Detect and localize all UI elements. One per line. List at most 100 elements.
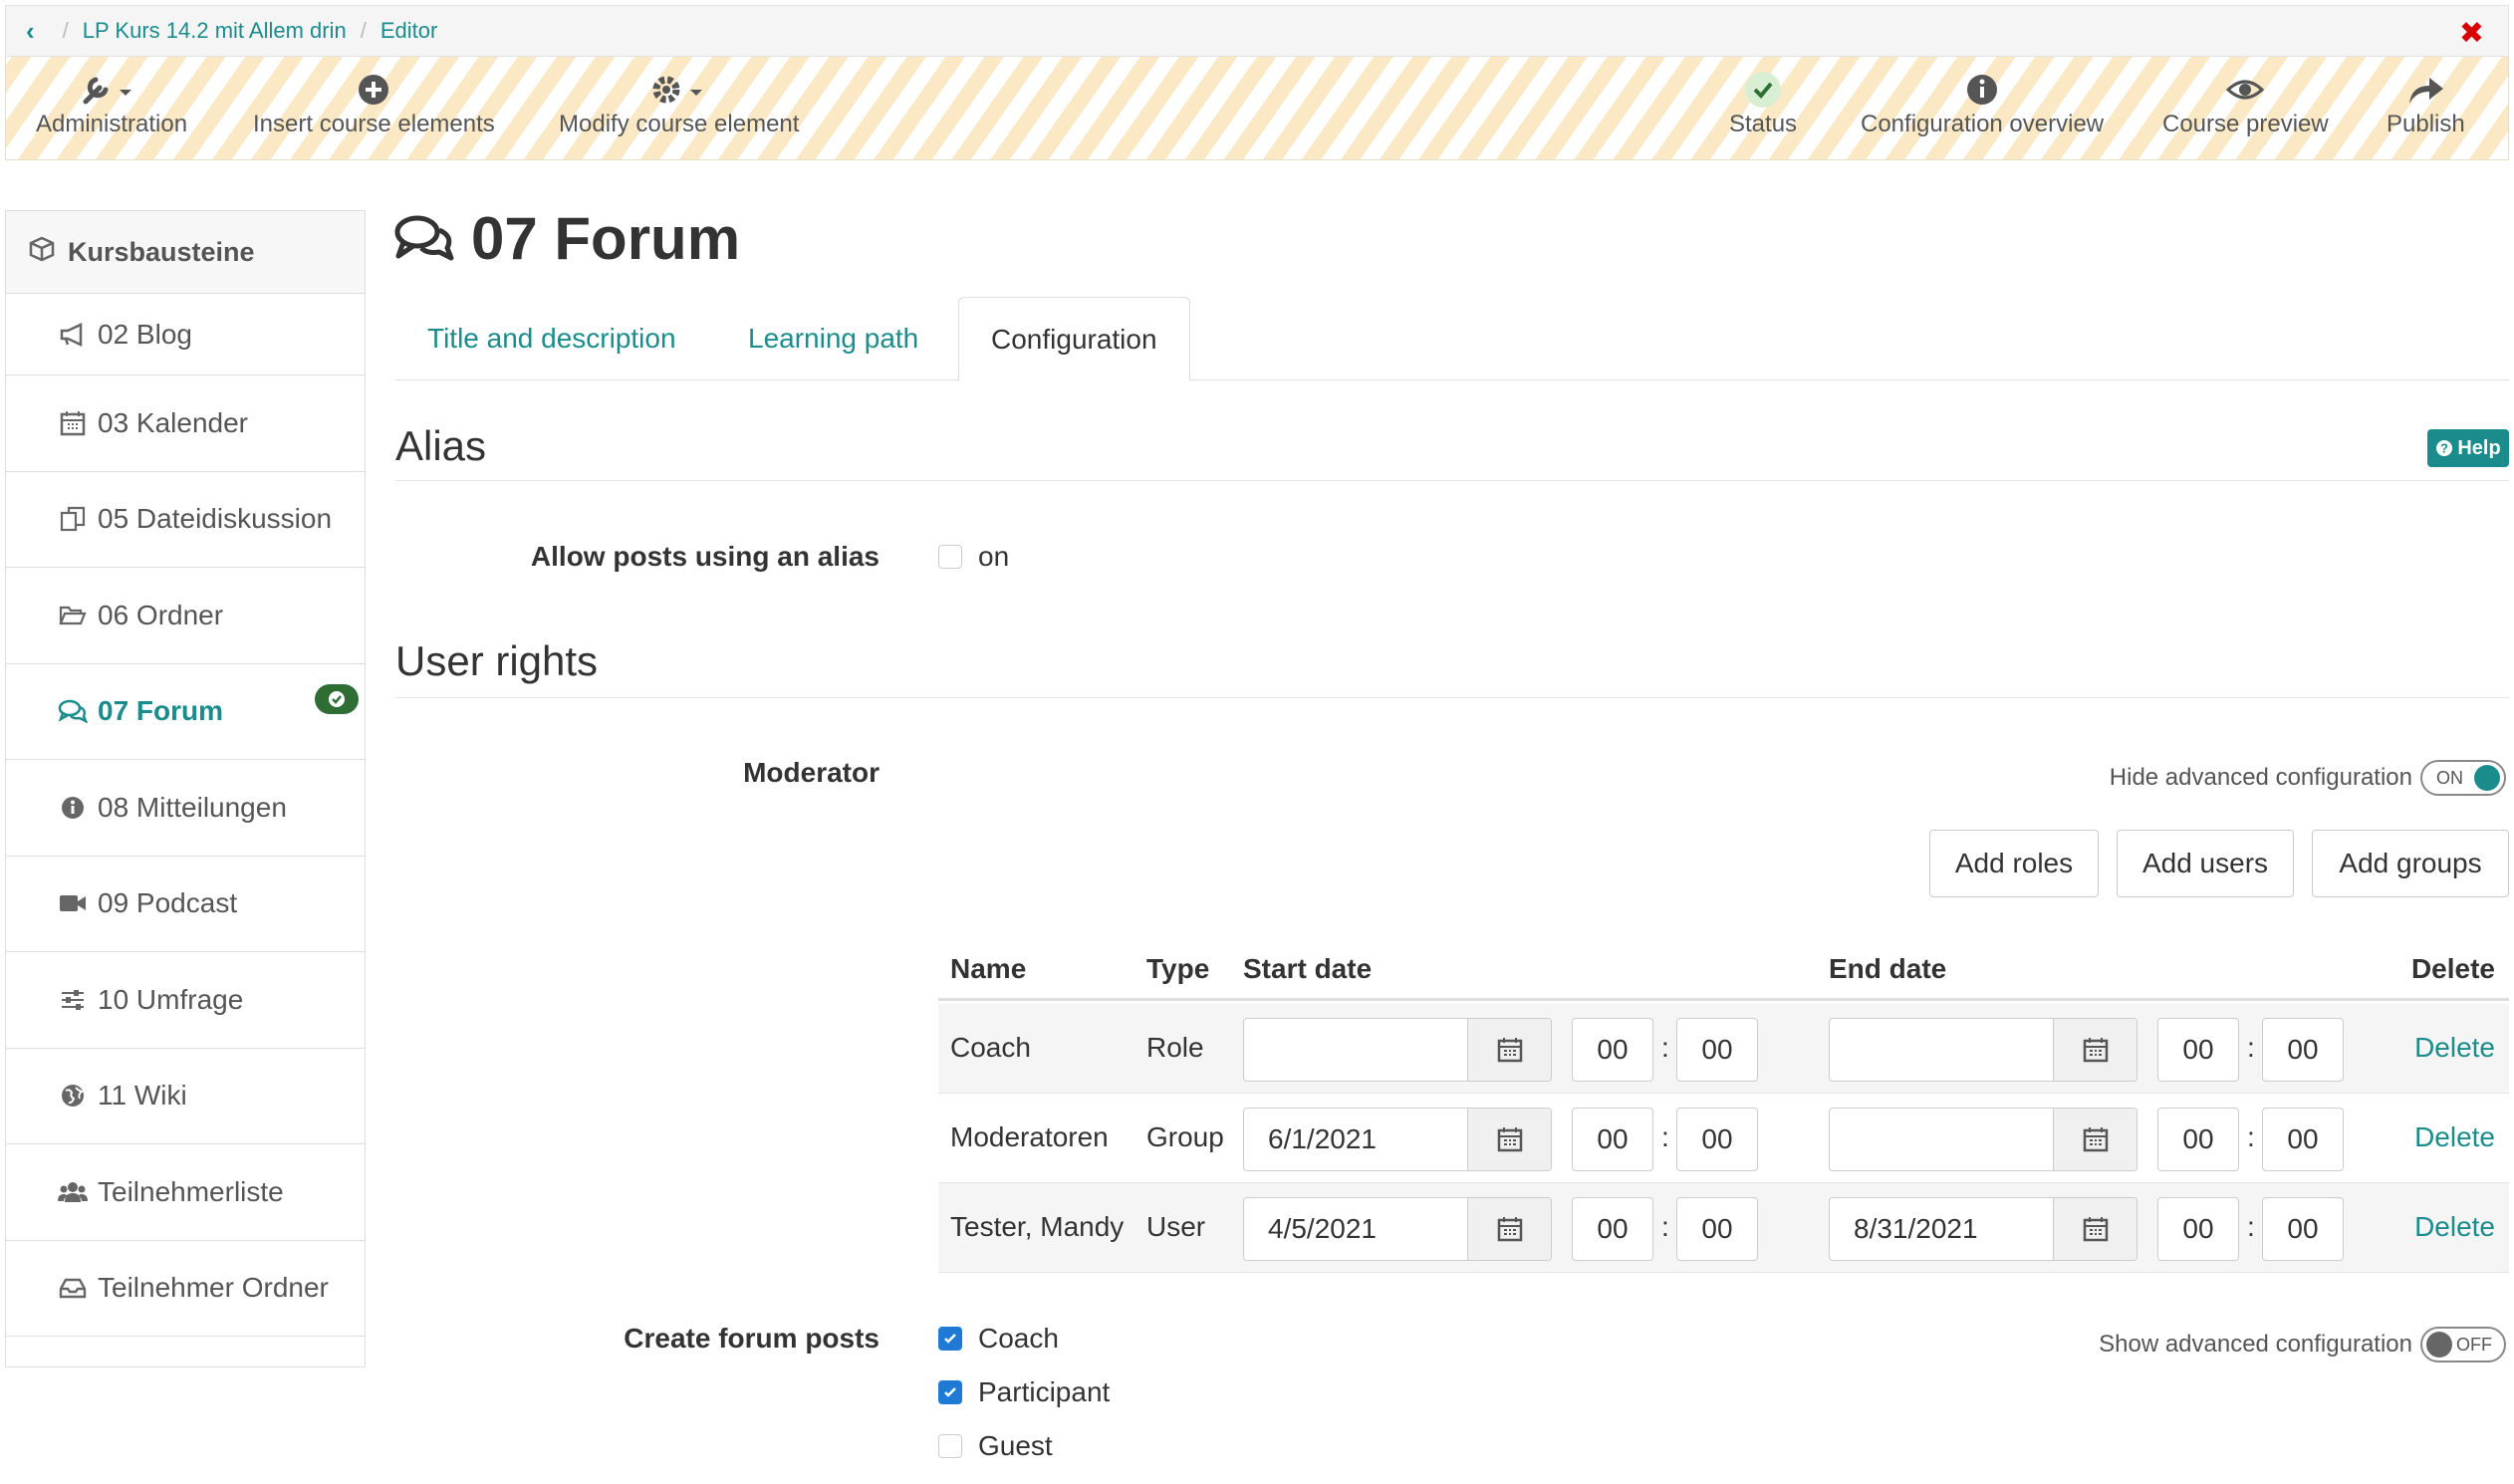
show-advanced-config[interactable]: Show advanced configuration OFF bbox=[2099, 1327, 2506, 1362]
hide-advanced-config[interactable]: Hide advanced configuration ON bbox=[2110, 760, 2506, 796]
calendar-icon[interactable] bbox=[2053, 1019, 2137, 1081]
start-minute-input[interactable]: 00 bbox=[1676, 1197, 1758, 1261]
sidebar-item-mitteilungen[interactable]: 08 Mitteilungen bbox=[6, 760, 365, 857]
column-name: Name bbox=[950, 953, 1027, 984]
course-preview-button[interactable]: Course preview bbox=[2162, 67, 2329, 138]
column-start-date: Start date bbox=[1243, 953, 1373, 984]
end-hour-input[interactable]: 00 bbox=[2157, 1197, 2239, 1261]
delete-link[interactable]: Delete bbox=[2414, 1211, 2495, 1243]
start-date-value: 6/1/2021 bbox=[1268, 1123, 1377, 1154]
end-minute-input[interactable]: 00 bbox=[2262, 1197, 2344, 1261]
end-date-input[interactable] bbox=[1829, 1108, 2137, 1171]
sidebar-item-ordner[interactable]: 06 Ordner bbox=[6, 568, 365, 664]
video-icon bbox=[58, 892, 88, 914]
tab-configuration[interactable]: Configuration bbox=[958, 297, 1190, 381]
start-minute-input[interactable]: 00 bbox=[1676, 1018, 1758, 1082]
end-minute-input[interactable]: 00 bbox=[2262, 1018, 2344, 1082]
end-date-value: 8/31/2021 bbox=[1854, 1213, 1978, 1244]
table-row: Moderatoren Group 6/1/2021 00 : 00 00 : … bbox=[938, 1094, 2509, 1183]
advanced-toggle-on[interactable]: ON bbox=[2420, 760, 2506, 796]
row-type: User bbox=[1146, 1211, 1206, 1242]
alias-checkbox[interactable] bbox=[938, 545, 962, 569]
tab-learning-path[interactable]: Learning path bbox=[716, 297, 950, 380]
guest-checkbox[interactable] bbox=[938, 1434, 962, 1458]
advanced-toggle-off[interactable]: OFF bbox=[2420, 1327, 2506, 1362]
page-title: 07 Forum bbox=[393, 204, 740, 273]
end-hour-input[interactable]: 00 bbox=[2157, 1018, 2239, 1082]
time-colon: : bbox=[1661, 1211, 1669, 1242]
sidebar-item-teilnehmerliste[interactable]: Teilnehmerliste bbox=[6, 1144, 365, 1241]
create-option-guest[interactable]: Guest bbox=[938, 1430, 1053, 1462]
sidebar-header: Kursbausteine bbox=[6, 211, 365, 294]
end-date-input[interactable]: 8/31/2021 bbox=[1829, 1197, 2137, 1261]
checkbox-label: Coach bbox=[978, 1323, 1059, 1354]
gear-icon bbox=[559, 67, 799, 107]
calendar-icon[interactable] bbox=[1467, 1198, 1551, 1260]
sidebar-item-teilnehmer-ordner[interactable]: Teilnehmer Ordner bbox=[6, 1241, 365, 1337]
calendar-icon[interactable] bbox=[1467, 1109, 1551, 1170]
sidebar-item-label: 07 Forum bbox=[98, 695, 224, 727]
column-type: Type bbox=[1146, 953, 1210, 984]
administration-button[interactable]: Administration bbox=[36, 67, 187, 138]
add-users-button[interactable]: Add users bbox=[2117, 830, 2294, 897]
status-button[interactable]: Status bbox=[1729, 67, 1797, 138]
create-option-participant[interactable]: Participant bbox=[938, 1376, 1110, 1408]
insert-course-elements-button[interactable]: Insert course elements bbox=[253, 67, 495, 138]
info-icon bbox=[58, 795, 88, 821]
modify-course-element-button[interactable]: Modify course element bbox=[559, 67, 799, 138]
sidebar-item-label: 10 Umfrage bbox=[98, 983, 244, 1015]
start-hour-input[interactable]: 00 bbox=[1572, 1018, 1653, 1082]
start-date-input[interactable] bbox=[1243, 1018, 1552, 1082]
end-date-input[interactable] bbox=[1829, 1018, 2137, 1082]
add-groups-button[interactable]: Add groups bbox=[2312, 830, 2509, 897]
sidebar-item-blog[interactable]: 02 Blog bbox=[6, 294, 365, 375]
row-type: Group bbox=[1146, 1121, 1224, 1152]
delete-link[interactable]: Delete bbox=[2414, 1032, 2495, 1064]
start-date-input[interactable]: 4/5/2021 bbox=[1243, 1197, 1552, 1261]
coach-checkbox[interactable] bbox=[938, 1327, 962, 1351]
start-hour-input[interactable]: 00 bbox=[1572, 1197, 1653, 1261]
user-rights-section-title: User rights bbox=[395, 637, 599, 684]
delete-link[interactable]: Delete bbox=[2414, 1121, 2495, 1153]
start-minute-input[interactable]: 00 bbox=[1676, 1108, 1758, 1171]
close-editor-icon[interactable]: ✖ bbox=[2459, 16, 2484, 51]
end-minute-input[interactable]: 00 bbox=[2262, 1108, 2344, 1171]
sidebar-item-dateidiskussion[interactable]: 05 Dateidiskussion bbox=[6, 472, 365, 568]
alias-checkbox-label: on bbox=[978, 541, 1010, 572]
create-option-coach[interactable]: Coach bbox=[938, 1323, 1059, 1355]
start-date-value: 4/5/2021 bbox=[1268, 1213, 1377, 1244]
row-name: Tester, Mandy bbox=[950, 1211, 1125, 1242]
help-button[interactable]: ? Help bbox=[2427, 429, 2509, 467]
participant-checkbox[interactable] bbox=[938, 1380, 962, 1404]
calendar-icon[interactable] bbox=[1467, 1019, 1551, 1081]
table-row: Tester, Mandy User 4/5/2021 00 : 00 8/31… bbox=[938, 1183, 2509, 1273]
sidebar-item-umfrage[interactable]: 10 Umfrage bbox=[6, 952, 365, 1049]
time-colon: : bbox=[2247, 1121, 2255, 1152]
toggle-knob bbox=[2474, 765, 2500, 791]
configuration-overview-button[interactable]: Configuration overview bbox=[1861, 67, 2104, 138]
add-roles-button[interactable]: Add roles bbox=[1929, 830, 2099, 897]
alias-checkbox-row[interactable]: on bbox=[938, 541, 1009, 573]
start-hour-input[interactable]: 00 bbox=[1572, 1108, 1653, 1171]
breadcrumb-course-link[interactable]: LP Kurs 14.2 mit Allem drin bbox=[83, 18, 347, 44]
column-end-date: End date bbox=[1829, 953, 1947, 984]
calendar-icon[interactable] bbox=[2053, 1198, 2137, 1260]
alias-section-title: Alias bbox=[395, 422, 487, 469]
publish-button[interactable]: Publish bbox=[2387, 67, 2465, 138]
sidebar-item-kalender[interactable]: 03 Kalender bbox=[6, 375, 365, 472]
calendar-icon[interactable] bbox=[2053, 1109, 2137, 1170]
end-hour-input[interactable]: 00 bbox=[2157, 1108, 2239, 1171]
start-date-input[interactable]: 6/1/2021 bbox=[1243, 1108, 1552, 1171]
sidebar-item-forum[interactable]: 07 Forum bbox=[6, 664, 365, 760]
back-chevron-icon[interactable]: ‹ bbox=[26, 16, 35, 47]
tab-bar: Title and description Learning path Conf… bbox=[395, 297, 2509, 381]
sidebar-item-label: 11 Wiki bbox=[98, 1080, 187, 1112]
breadcrumb: ‹ / LP Kurs 14.2 mit Allem drin / Editor… bbox=[5, 5, 2509, 57]
breadcrumb-current[interactable]: Editor bbox=[380, 18, 437, 44]
comments-icon bbox=[393, 214, 455, 264]
sidebar-item-wiki[interactable]: 11 Wiki bbox=[6, 1049, 365, 1144]
sidebar-title: Kursbausteine bbox=[68, 236, 255, 267]
tab-title-description[interactable]: Title and description bbox=[395, 297, 708, 380]
sidebar-item-podcast[interactable]: 09 Podcast bbox=[6, 857, 365, 952]
sidebar-item-label: 05 Dateidiskussion bbox=[98, 503, 333, 535]
